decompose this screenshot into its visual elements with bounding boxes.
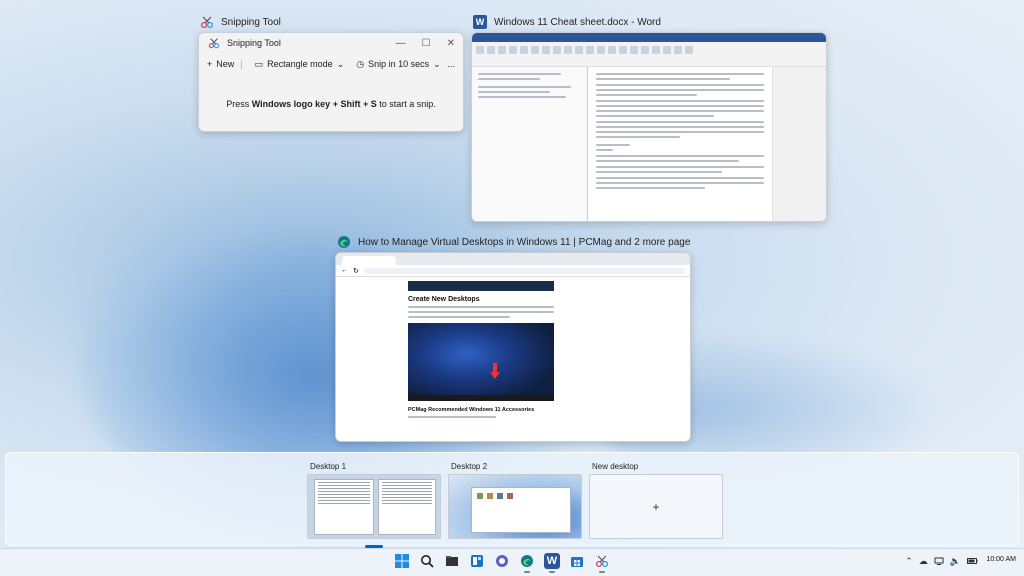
chevron-down-icon: ⌄ (336, 58, 345, 69)
article-banner-image (408, 281, 554, 291)
window-title: Snipping Tool (221, 16, 281, 28)
back-icon[interactable]: ← (341, 267, 348, 274)
window-title-bar: How to Manage Virtual Desktops in Window… (335, 232, 691, 252)
windows-start-icon[interactable] (394, 553, 410, 569)
page-content: Create New Desktops PCMag Recommended Wi… (336, 277, 690, 441)
snip-shortcut: Windows logo key + Shift + S (251, 99, 377, 109)
rectangle-icon: ▭ (254, 58, 264, 69)
window-title-bar: W Windows 11 Cheat sheet.docx - Word (471, 12, 827, 32)
article: Create New Desktops PCMag Recommended Wi… (408, 277, 554, 421)
address-bar: ← ↻ (336, 265, 690, 277)
window-title: How to Manage Virtual Desktops in Window… (358, 236, 691, 248)
window-title: Windows 11 Cheat sheet.docx - Word (494, 16, 661, 28)
edge-icon (337, 235, 351, 249)
snip-header: Snipping Tool — ☐ ✕ (199, 33, 463, 53)
snip-toolbar: + New | ▭ Rectangle mode ⌄ ◷ Snip in 10 … (199, 53, 463, 75)
window-thumb-snipping-tool[interactable]: Snipping Tool Snipping Tool — ☐ ✕ + New … (198, 12, 464, 132)
snipping-tool-window: Snipping Tool — ☐ ✕ + New | ▭ Rectangle … (198, 32, 464, 132)
close-icon[interactable]: ✕ (447, 38, 455, 49)
edge-icon[interactable] (519, 553, 535, 573)
word-ribbon (472, 33, 826, 67)
search-icon[interactable] (419, 553, 435, 569)
word-window (471, 32, 827, 222)
clock-time: 10:00 AM (986, 556, 1016, 563)
new-desktop-tile: + (589, 474, 723, 539)
desktop-label: Desktop 1 (310, 462, 347, 471)
word-icon[interactable]: W (544, 553, 560, 573)
snip-mode-dropdown[interactable]: ▭ Rectangle mode ⌄ (255, 59, 345, 70)
plus-icon: + (652, 499, 660, 514)
taskbar: W ⌃ ☁ 🔈 10:00 AM (0, 548, 1024, 576)
navigation-pane (472, 67, 589, 221)
desktop-preview (307, 474, 441, 539)
browser-tabs (336, 253, 690, 265)
desktop-2[interactable]: Desktop 2 (448, 460, 582, 542)
desktop-preview (448, 474, 582, 539)
article-heading: Create New Desktops (408, 296, 480, 303)
clock[interactable]: 10:00 AM (986, 556, 1016, 563)
snipping-tool-icon (207, 36, 221, 50)
snipping-tool-icon[interactable] (594, 553, 610, 573)
snipping-tool-icon (200, 15, 214, 29)
article-subheading: PCMag Recommended Windows 11 Accessories (408, 407, 535, 413)
store-icon[interactable] (569, 553, 585, 569)
widgets-icon[interactable] (469, 553, 485, 569)
battery-icon[interactable] (967, 556, 978, 568)
minimize-icon[interactable]: — (396, 38, 406, 49)
clock-icon: ◷ (356, 58, 365, 69)
network-icon[interactable] (934, 556, 944, 568)
desktop-label: New desktop (592, 462, 639, 471)
cloud-icon[interactable]: ☁ (919, 556, 928, 568)
edge-window: ← ↻ Create New Desktops PCMag Recommende… (335, 252, 691, 442)
maximize-icon[interactable]: ☐ (422, 38, 431, 49)
new-desktop-button[interactable]: New desktop + (589, 460, 723, 542)
new-snip-button[interactable]: + New (207, 59, 234, 69)
snip-header-title: Snipping Tool (227, 38, 281, 48)
article-screenshot (408, 323, 554, 401)
toolbar-divider: | (240, 59, 243, 69)
window-title-bar: Snipping Tool (198, 12, 464, 32)
red-arrow-icon (490, 363, 500, 379)
plus-icon: + (207, 59, 213, 69)
document-page (588, 67, 772, 221)
url-field[interactable] (363, 267, 685, 274)
taskbar-apps: W (394, 553, 610, 573)
chevron-up-icon[interactable]: ⌃ (905, 556, 913, 568)
desktop-1[interactable]: Desktop 1 (307, 460, 441, 548)
volume-icon[interactable]: 🔈 (950, 556, 961, 568)
chevron-down-icon: ⌄ (433, 58, 441, 69)
more-options-button[interactable]: ... (447, 59, 455, 69)
system-tray: ⌃ ☁ 🔈 (905, 556, 978, 568)
file-explorer-icon[interactable] (444, 553, 460, 569)
browser-tab[interactable] (342, 256, 396, 265)
refresh-icon[interactable]: ↻ (353, 267, 359, 275)
desktop-label: Desktop 2 (451, 462, 488, 471)
window-thumb-edge[interactable]: How to Manage Virtual Desktops in Window… (335, 232, 691, 442)
snip-instructions: Press Windows logo key + Shift + S to st… (226, 99, 436, 109)
window-thumb-word[interactable]: W Windows 11 Cheat sheet.docx - Word (471, 12, 827, 222)
chat-icon[interactable] (494, 553, 510, 569)
virtual-desktops-bar: Desktop 1 Desktop 2 New desktop + (5, 452, 1019, 548)
snip-delay-dropdown[interactable]: ◷ Snip in 10 secs ⌄ (356, 59, 440, 70)
word-icon: W (473, 15, 487, 29)
